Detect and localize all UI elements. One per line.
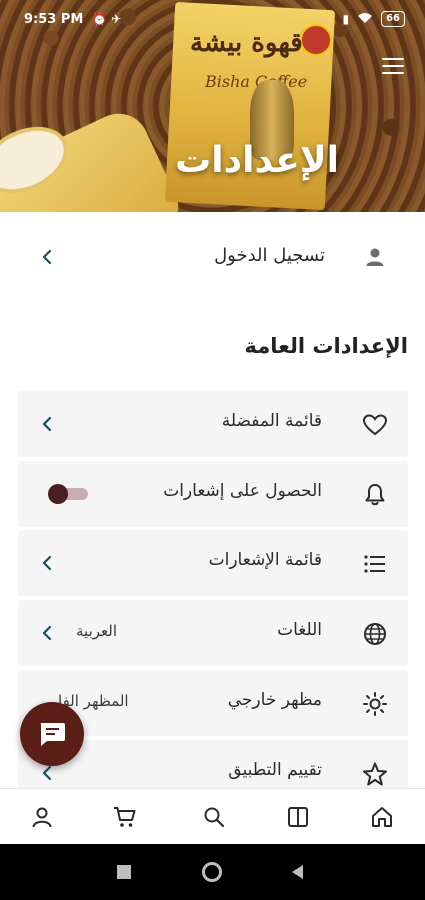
user-icon — [366, 248, 384, 266]
sun-icon — [363, 692, 387, 716]
section-title-general-settings: الإعدادات العامة — [244, 334, 408, 358]
toggle-thumb — [48, 484, 68, 504]
battery-indicator: 66 — [381, 11, 405, 27]
status-time: 9:53 PM — [24, 12, 84, 27]
chevron-left-icon — [42, 416, 52, 432]
book-icon[interactable] — [286, 805, 310, 829]
settings-item-notifications-list[interactable]: قائمة الإشعارات — [18, 530, 408, 596]
bottom-navigation — [0, 788, 425, 844]
notifications-toggle[interactable] — [48, 484, 90, 504]
chevron-left-icon — [42, 625, 52, 641]
settings-item-label: قائمة المفضلة — [221, 411, 322, 431]
chat-fab-button[interactable] — [20, 702, 84, 766]
status-notification-icons: ⏰ ✈ — [92, 12, 122, 26]
status-right-icons: ▮ 66 — [342, 11, 405, 27]
language-value: العربية — [76, 622, 117, 640]
settings-item-label: قائمة الإشعارات — [208, 550, 322, 570]
star-icon — [363, 762, 387, 786]
chevron-left-icon — [42, 765, 52, 781]
chevron-left-icon — [42, 249, 52, 265]
login-label: تسجيل الدخول — [214, 245, 325, 266]
settings-item-label: تقييم التطبيق — [228, 760, 322, 780]
recents-button[interactable] — [117, 865, 131, 879]
back-system-button[interactable] — [290, 864, 304, 880]
settings-item-label: مظهر خارجي — [227, 690, 322, 710]
wifi-icon — [357, 12, 373, 27]
globe-icon — [364, 623, 386, 645]
cart-icon[interactable] — [113, 805, 137, 829]
hamburger-menu-icon[interactable] — [382, 58, 404, 74]
android-navigation-bar — [0, 844, 425, 900]
home-icon[interactable] — [370, 805, 394, 829]
settings-item-label: اللغات — [277, 620, 322, 640]
home-system-button[interactable] — [202, 862, 222, 882]
login-row[interactable]: تسجيل الدخول — [0, 232, 425, 282]
chat-icon — [40, 723, 65, 746]
settings-item-notifications: الحصول على إشعارات — [18, 461, 408, 527]
bell-icon — [365, 484, 385, 506]
status-bar: 9:53 PM ⏰ ✈ ▮ 66 — [0, 0, 425, 40]
signal-icon: ▮ — [342, 12, 350, 26]
list-icon — [364, 555, 385, 573]
settings-item-favorites[interactable]: قائمة المفضلة — [18, 391, 408, 457]
settings-item-label: الحصول على إشعارات — [163, 481, 322, 501]
heart-icon — [362, 414, 388, 436]
profile-icon[interactable] — [30, 805, 54, 829]
chevron-left-icon — [42, 555, 52, 571]
page-title: الإعدادات — [175, 140, 339, 181]
search-icon[interactable] — [202, 805, 226, 829]
settings-item-languages[interactable]: العربية اللغات — [18, 600, 408, 666]
